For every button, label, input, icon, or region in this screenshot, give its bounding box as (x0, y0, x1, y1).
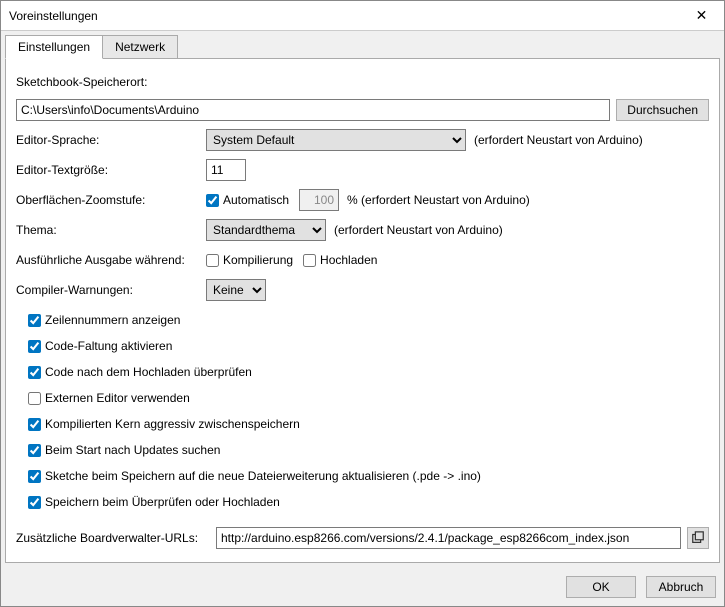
opt-external-editor[interactable]: Externen Editor verwenden (28, 391, 190, 405)
opt-code-folding[interactable]: Code-Faltung aktivieren (28, 339, 172, 353)
opt-code-folding-label: Code-Faltung aktivieren (45, 339, 172, 353)
cancel-button[interactable]: Abbruch (646, 576, 716, 598)
opt-check-updates-label: Beim Start nach Updates suchen (45, 443, 220, 457)
opt-check-updates-cb[interactable] (28, 444, 41, 457)
zoom-label: Oberflächen-Zoomstufe: (16, 193, 206, 207)
tab-settings[interactable]: Einstellungen (5, 35, 103, 59)
sketchbook-path-input[interactable] (16, 99, 610, 121)
opt-verify-upload[interactable]: Code nach dem Hochladen überprüfen (28, 365, 252, 379)
opt-save-verify-label: Speichern beim Überprüfen oder Hochladen (45, 495, 280, 509)
opt-line-numbers-label: Zeilennummern anzeigen (45, 313, 180, 327)
tabs: Einstellungen Netzwerk (1, 31, 724, 59)
opt-external-editor-cb[interactable] (28, 392, 41, 405)
verbose-upload-wrap[interactable]: Hochladen (303, 253, 377, 267)
boards-url-label: Zusätzliche Boardverwalter-URLs: (16, 531, 216, 545)
theme-select[interactable]: Standardthema (206, 219, 326, 241)
verbose-label: Ausführliche Ausgabe während: (16, 253, 206, 267)
fontsize-input[interactable] (206, 159, 246, 181)
boards-url-expand-button[interactable] (687, 527, 709, 549)
boards-url-input[interactable] (216, 527, 681, 549)
opt-line-numbers[interactable]: Zeilennummern anzeigen (28, 313, 180, 327)
warnings-select[interactable]: Keine (206, 279, 266, 301)
sketchbook-label: Sketchbook-Speicherort: (16, 75, 147, 89)
more-prefs-line1: Mehr Voreinstellungen können direkt in d… (16, 561, 375, 563)
close-button[interactable]: ✕ (679, 1, 724, 31)
opt-save-verify[interactable]: Speichern beim Überprüfen oder Hochladen (28, 495, 280, 509)
zoom-hint: % (erfordert Neustart von Arduino) (347, 193, 530, 207)
window-title: Voreinstellungen (9, 9, 98, 23)
tab-network[interactable]: Netzwerk (102, 35, 178, 59)
opt-save-verify-cb[interactable] (28, 496, 41, 509)
warnings-label: Compiler-Warnungen: (16, 283, 206, 297)
ok-button[interactable]: OK (566, 576, 636, 598)
opt-aggressive-cache-cb[interactable] (28, 418, 41, 431)
verbose-compile-wrap[interactable]: Kompilierung (206, 253, 293, 267)
preferences-window: Voreinstellungen ✕ Einstellungen Netzwer… (0, 0, 725, 607)
theme-label: Thema: (16, 223, 206, 237)
fontsize-label: Editor-Textgröße: (16, 163, 206, 177)
zoom-auto-label: Automatisch (223, 193, 289, 207)
zoom-auto-checkbox[interactable] (206, 194, 219, 207)
opt-line-numbers-cb[interactable] (28, 314, 41, 327)
settings-panel: Sketchbook-Speicherort: Durchsuchen Edit… (5, 58, 720, 563)
opt-code-folding-cb[interactable] (28, 340, 41, 353)
titlebar: Voreinstellungen ✕ (1, 1, 724, 31)
dialog-footer: OK Abbruch (1, 568, 724, 606)
opt-verify-upload-cb[interactable] (28, 366, 41, 379)
verbose-upload-checkbox[interactable] (303, 254, 316, 267)
opt-verify-upload-label: Code nach dem Hochladen überprüfen (45, 365, 252, 379)
language-hint: (erfordert Neustart von Arduino) (474, 133, 643, 147)
window-expand-icon (691, 531, 705, 545)
language-select[interactable]: System Default (206, 129, 466, 151)
browse-button[interactable]: Durchsuchen (616, 99, 709, 121)
opt-aggressive-cache-label: Kompilierten Kern aggressiv zwischenspei… (45, 417, 300, 431)
opt-update-ext-label: Sketche beim Speichern auf die neue Date… (45, 469, 481, 483)
zoom-auto-wrap[interactable]: Automatisch (206, 193, 289, 207)
opt-aggressive-cache[interactable]: Kompilierten Kern aggressiv zwischenspei… (28, 417, 300, 431)
close-icon: ✕ (696, 7, 708, 24)
verbose-compile-label: Kompilierung (223, 253, 293, 267)
language-label: Editor-Sprache: (16, 133, 206, 147)
opt-check-updates[interactable]: Beim Start nach Updates suchen (28, 443, 220, 457)
verbose-upload-label: Hochladen (320, 253, 377, 267)
zoom-value-input (299, 189, 339, 211)
opt-update-ext[interactable]: Sketche beim Speichern auf die neue Date… (28, 469, 481, 483)
options-list: Zeilennummern anzeigen Code-Faltung akti… (28, 309, 709, 513)
opt-update-ext-cb[interactable] (28, 470, 41, 483)
opt-external-editor-label: Externen Editor verwenden (45, 391, 190, 405)
theme-hint: (erfordert Neustart von Arduino) (334, 223, 503, 237)
verbose-compile-checkbox[interactable] (206, 254, 219, 267)
